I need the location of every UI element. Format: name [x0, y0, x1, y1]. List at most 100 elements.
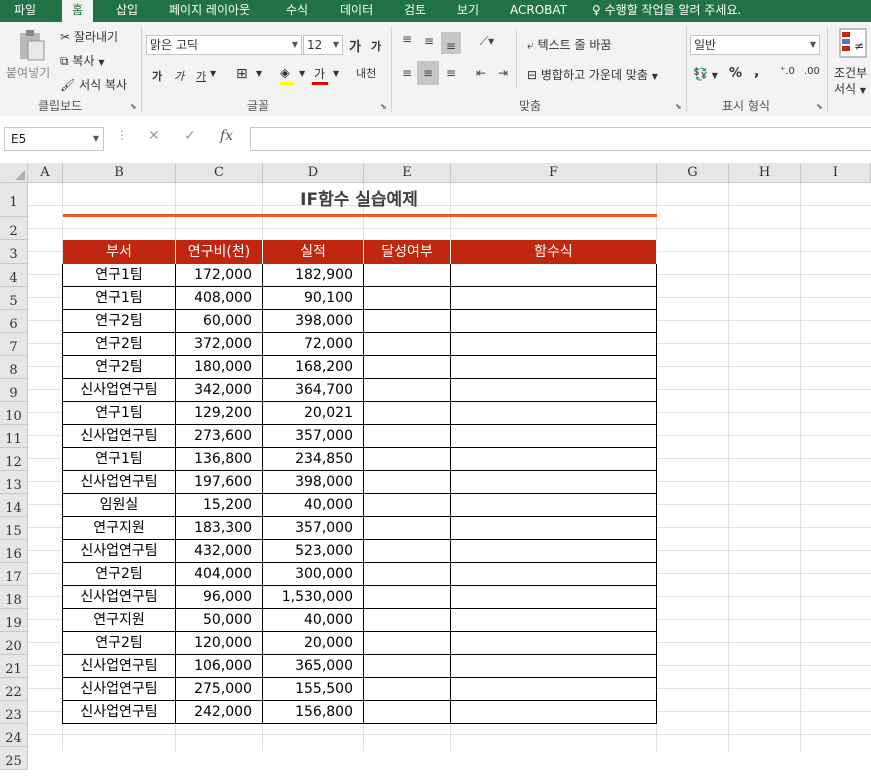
table-cell[interactable]	[451, 655, 657, 678]
tab-acrobat[interactable]: ACROBAT	[510, 0, 567, 22]
table-cell[interactable]: 168,200	[263, 356, 364, 379]
table-cell[interactable]	[364, 379, 451, 402]
row-header-16[interactable]: 16	[0, 540, 28, 563]
table-cell[interactable]	[364, 448, 451, 471]
table-header-cell[interactable]: 실적	[263, 240, 364, 264]
increase-indent-icon[interactable]: ⇥	[494, 66, 512, 80]
orientation-icon[interactable]: ⟋▾	[474, 34, 500, 49]
row-header-2[interactable]: 2	[0, 217, 28, 240]
table-cell[interactable]	[364, 609, 451, 632]
table-cell[interactable]	[451, 632, 657, 655]
table-header-cell[interactable]: 달성여부	[364, 240, 451, 264]
alignment-launcher-icon[interactable]: ⬊	[675, 102, 682, 111]
table-cell[interactable]: 242,000	[176, 701, 263, 724]
table-cell[interactable]: 156,800	[263, 701, 364, 724]
table-cell[interactable]	[364, 540, 451, 563]
tab-page-layout[interactable]: 페이지 레이아웃	[169, 0, 250, 22]
row-header-11[interactable]: 11	[0, 425, 28, 448]
table-cell[interactable]: 172,000	[176, 264, 263, 287]
conditional-formatting-icon[interactable]: ≠	[838, 28, 868, 58]
column-header-c[interactable]: C	[176, 163, 263, 183]
table-cell[interactable]: 183,300	[176, 517, 263, 540]
table-cell[interactable]	[451, 494, 657, 517]
insert-function-icon[interactable]: fx	[220, 128, 233, 144]
conditional-formatting-button-line2[interactable]: 서식 ▼	[834, 80, 866, 97]
table-cell[interactable]: 106,000	[176, 655, 263, 678]
row-header-3[interactable]: 3	[0, 240, 28, 264]
table-cell[interactable]: 신사업연구팀	[63, 701, 176, 724]
chevron-down-icon[interactable]: ▼	[256, 69, 262, 78]
cancel-icon[interactable]: ✕	[148, 128, 160, 144]
table-cell[interactable]: 연구1팀	[63, 264, 176, 287]
table-cell[interactable]	[451, 540, 657, 563]
column-header-h[interactable]: H	[729, 163, 801, 183]
row-header-14[interactable]: 14	[0, 494, 28, 517]
row-header-12[interactable]: 12	[0, 448, 28, 471]
table-cell[interactable]: 182,900	[263, 264, 364, 287]
comma-button[interactable]: ,	[754, 64, 759, 80]
number-launcher-icon[interactable]: ⬊	[816, 102, 823, 111]
table-cell[interactable]: 60,000	[176, 310, 263, 333]
table-cell[interactable]: 20,021	[263, 402, 364, 425]
table-cell[interactable]	[364, 425, 451, 448]
tell-me-box[interactable]: ♀ 수행할 작업을 알려 주세요.	[592, 0, 741, 22]
table-cell[interactable]	[451, 563, 657, 586]
row-header-22[interactable]: 22	[0, 678, 28, 701]
table-cell[interactable]: 15,200	[176, 494, 263, 517]
wrap-text-button[interactable]: ⤶ 텍스트 줄 바꿈	[527, 36, 611, 53]
table-cell[interactable]: 신사업연구팀	[63, 540, 176, 563]
table-cell[interactable]: 275,000	[176, 678, 263, 701]
row-header-1[interactable]: 1	[0, 183, 28, 217]
font-color-button[interactable]: 가	[314, 65, 325, 82]
table-cell[interactable]	[451, 678, 657, 701]
table-cell[interactable]	[364, 701, 451, 724]
clipboard-launcher-icon[interactable]: ⬊	[130, 102, 137, 111]
phonetic-guide-button[interactable]: 내천	[356, 65, 376, 81]
row-header-6[interactable]: 6	[0, 310, 28, 333]
table-cell[interactable]: 연구지원	[63, 609, 176, 632]
table-cell[interactable]	[364, 632, 451, 655]
table-cell[interactable]: 연구1팀	[63, 402, 176, 425]
table-cell[interactable]	[451, 471, 657, 494]
table-cell[interactable]: 40,000	[263, 494, 364, 517]
table-cell[interactable]: 1,530,000	[263, 586, 364, 609]
table-cell[interactable]: 372,000	[176, 333, 263, 356]
cut-button[interactable]: ✂ 잘라내기	[60, 28, 118, 45]
table-cell[interactable]: 90,100	[263, 287, 364, 310]
table-cell[interactable]	[451, 701, 657, 724]
decrease-indent-icon[interactable]: ⇤	[472, 66, 490, 80]
table-cell[interactable]	[451, 448, 657, 471]
table-cell[interactable]	[364, 264, 451, 287]
table-cell[interactable]: 연구2팀	[63, 310, 176, 333]
paste-button[interactable]: 붙여넣기	[6, 64, 50, 81]
row-header-17[interactable]: 17	[0, 563, 28, 586]
table-cell[interactable]	[364, 356, 451, 379]
table-cell[interactable]: 364,700	[263, 379, 364, 402]
table-cell[interactable]: 신사업연구팀	[63, 379, 176, 402]
merge-center-button[interactable]: ⊟ 병합하고 가운데 맞춤 ▼	[527, 66, 658, 83]
column-header-f[interactable]: F	[451, 163, 657, 183]
row-header-21[interactable]: 21	[0, 655, 28, 678]
shrink-font-button[interactable]: 가	[371, 38, 381, 54]
font-name-combo[interactable]: 맑은 고딕 ▼	[146, 35, 302, 55]
column-header-i[interactable]: I	[801, 163, 871, 183]
table-cell[interactable]: 357,000	[263, 425, 364, 448]
table-cell[interactable]: 연구2팀	[63, 333, 176, 356]
table-cell[interactable]: 398,000	[263, 471, 364, 494]
grow-font-button[interactable]: 가	[349, 36, 361, 55]
table-cell[interactable]: 432,000	[176, 540, 263, 563]
table-cell[interactable]: 357,000	[263, 517, 364, 540]
format-painter-button[interactable]: 🖌 서식 복사	[60, 76, 127, 93]
chevron-down-icon[interactable]: ▼	[299, 69, 305, 78]
table-cell[interactable]: 연구1팀	[63, 448, 176, 471]
table-cell[interactable]: 50,000	[176, 609, 263, 632]
table-cell[interactable]	[364, 310, 451, 333]
select-all-corner[interactable]	[0, 163, 28, 183]
column-header-a[interactable]: A	[28, 163, 63, 183]
column-header-g[interactable]: G	[657, 163, 729, 183]
decrease-decimal-icon[interactable]: .00	[804, 66, 820, 77]
row-header-4[interactable]: 4	[0, 264, 28, 287]
increase-decimal-icon[interactable]: ⁺.0	[780, 66, 795, 77]
table-cell[interactable]	[364, 333, 451, 356]
align-top-icon[interactable]: ≡	[398, 32, 416, 46]
